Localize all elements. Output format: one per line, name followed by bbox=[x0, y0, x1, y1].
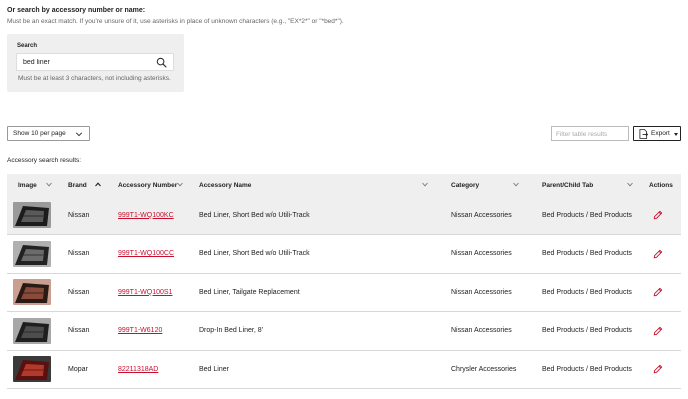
actions-cell bbox=[644, 273, 681, 312]
actions-cell bbox=[644, 312, 681, 351]
product-thumbnail[interactable] bbox=[13, 317, 51, 344]
image-cell bbox=[7, 312, 57, 351]
table-row[interactable]: Nissan 999T1-WQ100S1 Bed Liner, Tailgate… bbox=[7, 273, 681, 312]
brand-cell: Nissan bbox=[68, 211, 90, 219]
results-label: Accessory search results: bbox=[7, 157, 82, 164]
accessory-number-link[interactable]: 82211318AD bbox=[118, 366, 158, 373]
accessory-number-link[interactable]: 999T1-WQ100S1 bbox=[118, 289, 172, 296]
chevron-down-icon bbox=[177, 182, 183, 187]
chevron-down-icon bbox=[75, 132, 83, 137]
parent-child-tab-cell: Bed Products / Bed Products bbox=[542, 288, 632, 296]
column-header-category[interactable]: Category bbox=[440, 174, 531, 196]
image-cell bbox=[7, 350, 57, 389]
accessory-number-cell: 82211318AD bbox=[107, 350, 188, 389]
table-row[interactable]: Nissan 999T1-WQ100KC Bed Liner, Short Be… bbox=[7, 196, 681, 235]
image-cell bbox=[7, 235, 57, 274]
chevron-down-icon bbox=[422, 182, 428, 187]
export-button[interactable]: Export bbox=[633, 126, 681, 141]
search-heading: Or search by accessory number or name: bbox=[7, 7, 146, 14]
accessory-name-cell: Bed Liner, Short Bed w/o Utili-Track bbox=[199, 250, 310, 258]
chevron-down-icon bbox=[627, 182, 633, 187]
product-thumbnail[interactable] bbox=[13, 202, 51, 228]
search-panel: Search Must be at least 3 characters, no… bbox=[7, 34, 184, 92]
brand-cell: Nissan bbox=[68, 327, 90, 335]
brand-cell: Nissan bbox=[68, 288, 90, 296]
brand-cell: Nissan bbox=[68, 250, 90, 258]
search-field[interactable] bbox=[16, 53, 174, 71]
accessory-number-link[interactable]: 999T1-WQ100CC bbox=[118, 250, 174, 257]
search-label: Search bbox=[17, 43, 38, 49]
actions-cell bbox=[644, 350, 681, 389]
edit-pencil-icon[interactable] bbox=[653, 326, 663, 336]
column-header-actions: Actions bbox=[649, 181, 673, 189]
parent-child-tab-cell: Bed Products / Bed Products bbox=[542, 327, 632, 335]
accessory-name-cell: Drop-In Bed Liner, 8' bbox=[199, 327, 263, 335]
search-hint: Must be at least 3 characters, not inclu… bbox=[18, 75, 171, 82]
edit-pencil-icon[interactable] bbox=[653, 249, 663, 259]
accessory-name-cell: Bed Liner, Tailgate Replacement bbox=[199, 288, 300, 296]
per-page-value: Show 10 per page bbox=[13, 130, 66, 137]
image-cell bbox=[7, 273, 57, 312]
edit-pencil-icon[interactable] bbox=[653, 210, 663, 220]
parent-child-tab-cell: Bed Products / Bed Products bbox=[542, 211, 632, 219]
table-header-row: Image Brand Accessory Number Accessory N… bbox=[7, 174, 681, 196]
category-cell: Nissan Accessories bbox=[451, 250, 512, 258]
accessory-number-link[interactable]: 999T1-W6120 bbox=[118, 327, 162, 334]
accessory-name-cell: Bed Liner bbox=[199, 365, 229, 373]
accessory-name-cell: Bed Liner, Short Bed w/o Utili-Track bbox=[199, 211, 310, 219]
actions-cell bbox=[644, 196, 681, 235]
filter-input[interactable] bbox=[556, 129, 626, 139]
export-label: Export bbox=[651, 130, 670, 137]
parent-child-tab-cell: Bed Products / Bed Products bbox=[542, 250, 632, 258]
filter-field[interactable] bbox=[551, 126, 629, 141]
chevron-down-icon bbox=[513, 182, 519, 187]
product-thumbnail[interactable] bbox=[13, 279, 51, 306]
export-icon bbox=[639, 129, 648, 139]
accessory-number-link[interactable]: 999T1-WQ100KC bbox=[118, 212, 174, 219]
per-page-select[interactable]: Show 10 per page bbox=[7, 126, 90, 141]
search-icon[interactable] bbox=[156, 57, 167, 68]
edit-pencil-icon[interactable] bbox=[653, 364, 663, 374]
caret-down-icon bbox=[674, 133, 678, 136]
edit-pencil-icon[interactable] bbox=[653, 287, 663, 297]
accessory-number-cell: 999T1-W6120 bbox=[107, 312, 188, 351]
sort-ascending-icon bbox=[95, 182, 101, 187]
column-header-image[interactable]: Image bbox=[7, 174, 57, 196]
column-header-parent-child-tab[interactable]: Parent/Child Tab bbox=[531, 174, 644, 196]
brand-cell: Mopar bbox=[68, 365, 88, 373]
category-cell: Nissan Accessories bbox=[451, 288, 512, 296]
parent-child-tab-cell: Bed Products / Bed Products bbox=[542, 365, 632, 373]
category-cell: Nissan Accessories bbox=[451, 211, 512, 219]
actions-cell bbox=[644, 235, 681, 274]
product-thumbnail[interactable] bbox=[13, 356, 51, 383]
column-header-accessory-name[interactable]: Accessory Name bbox=[188, 174, 440, 196]
image-cell bbox=[7, 196, 57, 235]
table-row[interactable]: Nissan 999T1-W6120 Drop-In Bed Liner, 8'… bbox=[7, 312, 681, 351]
search-instructions: Must be an exact match. If you're unsure… bbox=[7, 18, 344, 25]
search-input[interactable] bbox=[23, 57, 151, 68]
accessory-number-cell: 999T1-WQ100CC bbox=[107, 235, 188, 274]
results-table: Image Brand Accessory Number Accessory N… bbox=[7, 174, 681, 389]
table-row[interactable]: Nissan 999T1-WQ100CC Bed Liner, Short Be… bbox=[7, 235, 681, 274]
table-row[interactable]: Mopar 82211318AD Bed Liner Chrysler Acce… bbox=[7, 350, 681, 389]
accessory-number-cell: 999T1-WQ100S1 bbox=[107, 273, 188, 312]
chevron-down-icon bbox=[46, 182, 52, 187]
category-cell: Chrysler Accessories bbox=[451, 365, 517, 373]
category-cell: Nissan Accessories bbox=[451, 327, 512, 335]
column-header-accessory-number[interactable]: Accessory Number bbox=[107, 174, 188, 196]
accessory-number-cell: 999T1-WQ100KC bbox=[107, 196, 188, 235]
product-thumbnail[interactable] bbox=[13, 240, 51, 267]
column-header-brand[interactable]: Brand bbox=[57, 174, 107, 196]
